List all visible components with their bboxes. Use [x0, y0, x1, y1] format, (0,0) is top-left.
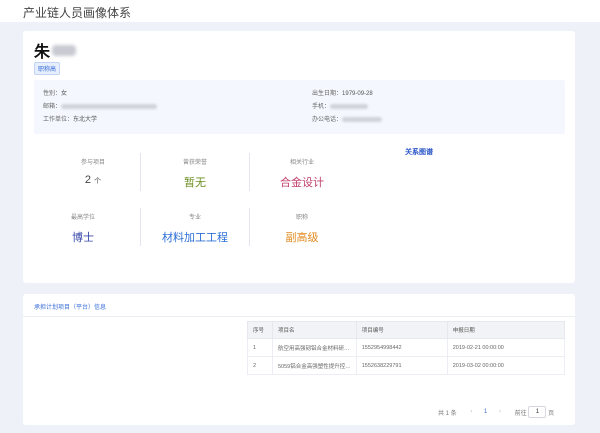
pager-total: 共 1 条 — [438, 410, 457, 417]
gender-value: 女 — [61, 91, 68, 97]
stat-major-label: 专业 — [188, 215, 201, 221]
stat-industry-value: 合金设计 — [280, 177, 324, 189]
pager-current-page[interactable]: 1 — [484, 409, 487, 415]
birth-label: 出生日期： — [312, 91, 343, 97]
profile-name-row: 朱 — [34, 38, 77, 61]
email-masked — [61, 103, 158, 109]
cell-apply-date: 2019-02-21 00:00:00 — [446, 338, 566, 357]
phone-masked — [330, 103, 369, 109]
col-header-project-name[interactable]: 项目名 — [272, 321, 357, 339]
app-title: 产业链人员画像体系 — [23, 6, 132, 20]
stat-industry: 相关行业 合金设计 — [250, 157, 354, 190]
stat-projects-label: 参与项目 — [80, 160, 105, 166]
cell-project-number: 1552638229791 — [355, 356, 448, 375]
stat-degree-value: 博士 — [72, 232, 94, 244]
stat-honors-label: 曾获荣誉 — [182, 160, 207, 166]
office-phone-row: 办公电话： — [312, 114, 383, 123]
stat-projects-count: 2 — [84, 174, 92, 186]
employer-label: 工作单位： — [43, 117, 74, 123]
goto-label: 前往 — [514, 410, 527, 417]
stat-projects: 参与项目 2 个 — [45, 157, 141, 186]
pagination: 共 1 条 ‹ 1 › 前往 1 页 — [438, 406, 554, 418]
stat-title: 职称 副高级 — [250, 212, 354, 245]
col-header-project-number[interactable]: 项目编号 — [355, 321, 448, 339]
stat-major-value: 材料加工工程 — [162, 232, 228, 244]
cell-index: 1 — [247, 338, 273, 357]
prev-page-button[interactable]: ‹ — [470, 409, 472, 415]
stat-honors: 曾获荣誉 暂无 — [141, 157, 249, 190]
table-header-row: 序号 项目名 项目编号 申报日期 — [247, 321, 566, 339]
stat-degree: 最高学位 博士 — [35, 212, 131, 245]
birth-value: 1979-09-28 — [342, 91, 373, 97]
personal-info-panel: 性别：女 邮箱： 工作单位：东北大学 出生日期：1979-09-28 手机： 办… — [34, 80, 565, 134]
stat-degree-label: 最高学位 — [70, 215, 95, 221]
title-tag: 职称高 — [34, 62, 61, 75]
phone-label: 手机： — [312, 104, 331, 110]
section-divider — [23, 316, 575, 317]
cell-project-name: 5059铝合金高强塑性提升控… — [272, 356, 357, 375]
profile-name: 朱 — [34, 44, 51, 61]
stat-industry-label: 相关行业 — [289, 160, 314, 166]
gender-row: 性别：女 — [43, 88, 67, 97]
page-unit-label: 页 — [548, 410, 555, 417]
stat-major: 专业 材料加工工程 — [141, 212, 249, 245]
stat-projects-unit: 个 — [94, 178, 102, 185]
relation-graph-link[interactable]: 关系图谱 — [405, 147, 433, 157]
top-bar: 产业链人员画像体系 — [0, 0, 600, 22]
stat-title-label: 职称 — [295, 215, 308, 221]
goto-page-input[interactable]: 1 — [528, 406, 547, 418]
employer-row: 工作单位：东北大学 — [43, 114, 97, 123]
stat-honors-value: 暂无 — [184, 177, 206, 189]
table-row[interactable]: 2 5059铝合金高强塑性提升控… 1552638229791 2019-03-… — [247, 356, 566, 375]
email-label: 邮箱： — [43, 104, 62, 110]
profile-card: 朱 职称高 性别：女 邮箱： 工作单位：东北大学 出生日期：1979-09-28… — [23, 31, 575, 283]
projects-section-title: 承担计划项目（平台）信息 — [34, 305, 107, 311]
col-header-apply-date[interactable]: 申报日期 — [446, 321, 566, 339]
blurred-name — [52, 44, 77, 56]
table-row[interactable]: 1 航空用高强韧铝合金材料研… 1552954998442 2019-02-21… — [247, 338, 566, 357]
col-header-index[interactable]: 序号 — [247, 321, 273, 339]
phone-row: 手机： — [312, 101, 369, 110]
next-page-button[interactable]: › — [499, 409, 501, 415]
cell-project-name: 航空用高强韧铝合金材料研… — [272, 338, 357, 357]
stat-title-value: 副高级 — [285, 232, 319, 244]
employer-value: 东北大学 — [73, 117, 98, 123]
projects-card: 承担计划项目（平台）信息 序号 项目名 项目编号 申报日期 1 航空用高强韧铝合… — [23, 294, 575, 425]
projects-table: 序号 项目名 项目编号 申报日期 1 航空用高强韧铝合金材料研… 1552954… — [247, 321, 566, 375]
cell-project-number: 1552954998442 — [355, 338, 448, 357]
cell-apply-date: 2019-03-02 00:00:00 — [446, 356, 566, 375]
office-phone-label: 办公电话： — [312, 117, 343, 123]
birth-row: 出生日期：1979-09-28 — [312, 88, 373, 97]
stat-projects-value: 2 个 — [45, 174, 141, 186]
cell-index: 2 — [247, 356, 273, 375]
gender-label: 性别： — [43, 91, 62, 97]
office-phone-masked — [342, 116, 383, 122]
email-row: 邮箱： — [43, 101, 158, 110]
